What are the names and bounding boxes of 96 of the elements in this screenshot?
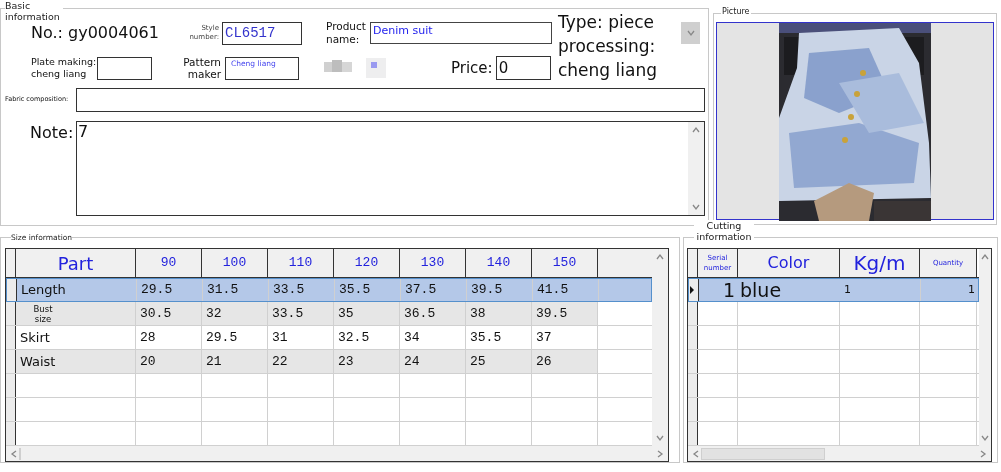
field-label: Pattern maker xyxy=(182,56,221,80)
column-header xyxy=(598,249,652,277)
table-cell: 21 xyxy=(202,350,268,373)
table-cell: 20 xyxy=(136,350,202,373)
table-row[interactable]: Length 29.5 31.5 33.5 35.5 37.5 39.5 41.5 xyxy=(6,278,652,302)
scroll-down-icon[interactable] xyxy=(655,433,665,443)
empty-table-row[interactable] xyxy=(688,422,979,446)
table-cell: Length xyxy=(17,279,137,301)
group-title: Basic information xyxy=(5,0,63,22)
plate-making-field[interactable] xyxy=(97,56,152,80)
column-header[interactable]: 150 xyxy=(532,249,598,277)
vertical-scrollbar[interactable] xyxy=(979,249,991,446)
scroll-right-icon[interactable] xyxy=(978,448,988,459)
table-cell: 25 xyxy=(466,350,532,373)
table-cell: 35.5 xyxy=(335,279,401,301)
note-field[interactable]: 7 xyxy=(76,121,705,216)
table-cell: Skirt xyxy=(16,326,136,349)
empty-table-row[interactable] xyxy=(688,374,979,398)
row-pointer-icon xyxy=(689,286,695,294)
table-cell: 33.5 xyxy=(269,279,335,301)
table-cell: 41.5 xyxy=(533,279,599,301)
table-cell: 23 xyxy=(334,350,400,373)
order-number: No.: gy0004061 xyxy=(31,22,160,44)
table-row[interactable]: 1 blue 1 1 xyxy=(688,278,979,302)
table-cell: 35 xyxy=(334,302,400,325)
table-cell: 33.5 xyxy=(268,302,334,325)
dropdown-button[interactable] xyxy=(681,22,700,44)
empty-table-row[interactable] xyxy=(6,398,652,422)
table-cell: 28 xyxy=(136,326,202,349)
table-row[interactable]: Bust size 30.5 32 33.5 35 36.5 38 39.5 xyxy=(6,302,652,326)
empty-table-row[interactable] xyxy=(6,422,652,446)
column-header[interactable]: Kg/m xyxy=(840,249,920,277)
table-cell: 29.5 xyxy=(202,326,268,349)
table-cell: 32 xyxy=(202,302,268,325)
table-cell: 37.5 xyxy=(401,279,467,301)
note-text: 7 xyxy=(77,122,90,143)
horizontal-scrollbar[interactable] xyxy=(688,446,991,461)
table-row[interactable]: Waist 20 21 22 23 24 25 26 xyxy=(6,350,652,374)
scroll-up-icon[interactable] xyxy=(691,125,701,135)
horizontal-scrollbar[interactable] xyxy=(6,446,668,461)
table-cell: 36.5 xyxy=(400,302,466,325)
vertical-scrollbar[interactable] xyxy=(652,249,668,446)
scroll-right-icon[interactable] xyxy=(655,448,665,459)
empty-table-row[interactable] xyxy=(688,302,979,326)
price-field[interactable]: 0 xyxy=(495,56,551,80)
table-cell: Bust size xyxy=(16,302,136,325)
scroll-left-icon[interactable] xyxy=(691,448,701,459)
table-cell: 31.5 xyxy=(203,279,269,301)
empty-table-row[interactable] xyxy=(6,374,652,398)
scroll-down-icon[interactable] xyxy=(980,433,990,443)
table-cell: 35.5 xyxy=(466,326,532,349)
column-header[interactable]: 90 xyxy=(136,249,202,277)
column-header[interactable]: 140 xyxy=(466,249,532,277)
table-cell: 32.5 xyxy=(334,326,400,349)
type-label: Type: piece processing: cheng liang xyxy=(558,11,658,82)
column-header[interactable]: 110 xyxy=(268,249,334,277)
scroll-up-icon[interactable] xyxy=(655,252,665,262)
group-title: Picture xyxy=(721,6,751,17)
fabric-composition-field[interactable] xyxy=(76,88,705,112)
empty-table-row[interactable] xyxy=(688,350,979,374)
field-label: Price: xyxy=(451,57,493,79)
table-cell-text: 1 xyxy=(721,279,736,301)
column-header[interactable]: 120 xyxy=(334,249,400,277)
scroll-left-icon[interactable] xyxy=(9,448,19,459)
table-cell: 38 xyxy=(466,302,532,325)
field-label: Product name: xyxy=(326,20,367,46)
product-name-field[interactable]: Denim suit xyxy=(370,22,552,44)
style-number-field[interactable]: CL6517 xyxy=(222,21,302,45)
table-cell: 29.5 xyxy=(137,279,203,301)
table-cell: 30.5 xyxy=(136,302,202,325)
table-cell: Waist xyxy=(16,350,136,373)
blurred-drawing xyxy=(324,56,388,80)
table-cell: 39.5 xyxy=(467,279,533,301)
scrollbar-thumb[interactable] xyxy=(19,447,21,460)
group-title: Cutting information xyxy=(694,220,754,242)
table-cell: 24 xyxy=(400,350,466,373)
column-header[interactable]: 100 xyxy=(202,249,268,277)
table-cell-text: blue xyxy=(739,279,783,301)
empty-table-row[interactable] xyxy=(688,398,979,422)
table-cell-text: 1 xyxy=(967,281,976,298)
field-label: Note: xyxy=(30,122,75,144)
table-cell: 22 xyxy=(268,350,334,373)
column-header[interactable]: Color xyxy=(738,249,840,277)
scroll-up-icon[interactable] xyxy=(980,252,990,262)
vertical-scrollbar[interactable] xyxy=(688,122,704,215)
scroll-down-icon[interactable] xyxy=(691,202,701,212)
table-cell: 34 xyxy=(400,326,466,349)
table-cell: 1 xyxy=(841,279,921,301)
empty-table-row[interactable] xyxy=(688,326,979,350)
table-cell: 31 xyxy=(268,326,334,349)
table-row[interactable]: Skirt 28 29.5 31 32.5 34 35.5 37 xyxy=(6,326,652,350)
column-header[interactable]: Part xyxy=(16,249,136,277)
scrollbar-thumb[interactable] xyxy=(701,447,825,460)
field-label: Plate making: cheng liang xyxy=(31,56,97,80)
column-header[interactable]: 130 xyxy=(400,249,466,277)
chevron-down-icon[interactable] xyxy=(685,28,696,38)
